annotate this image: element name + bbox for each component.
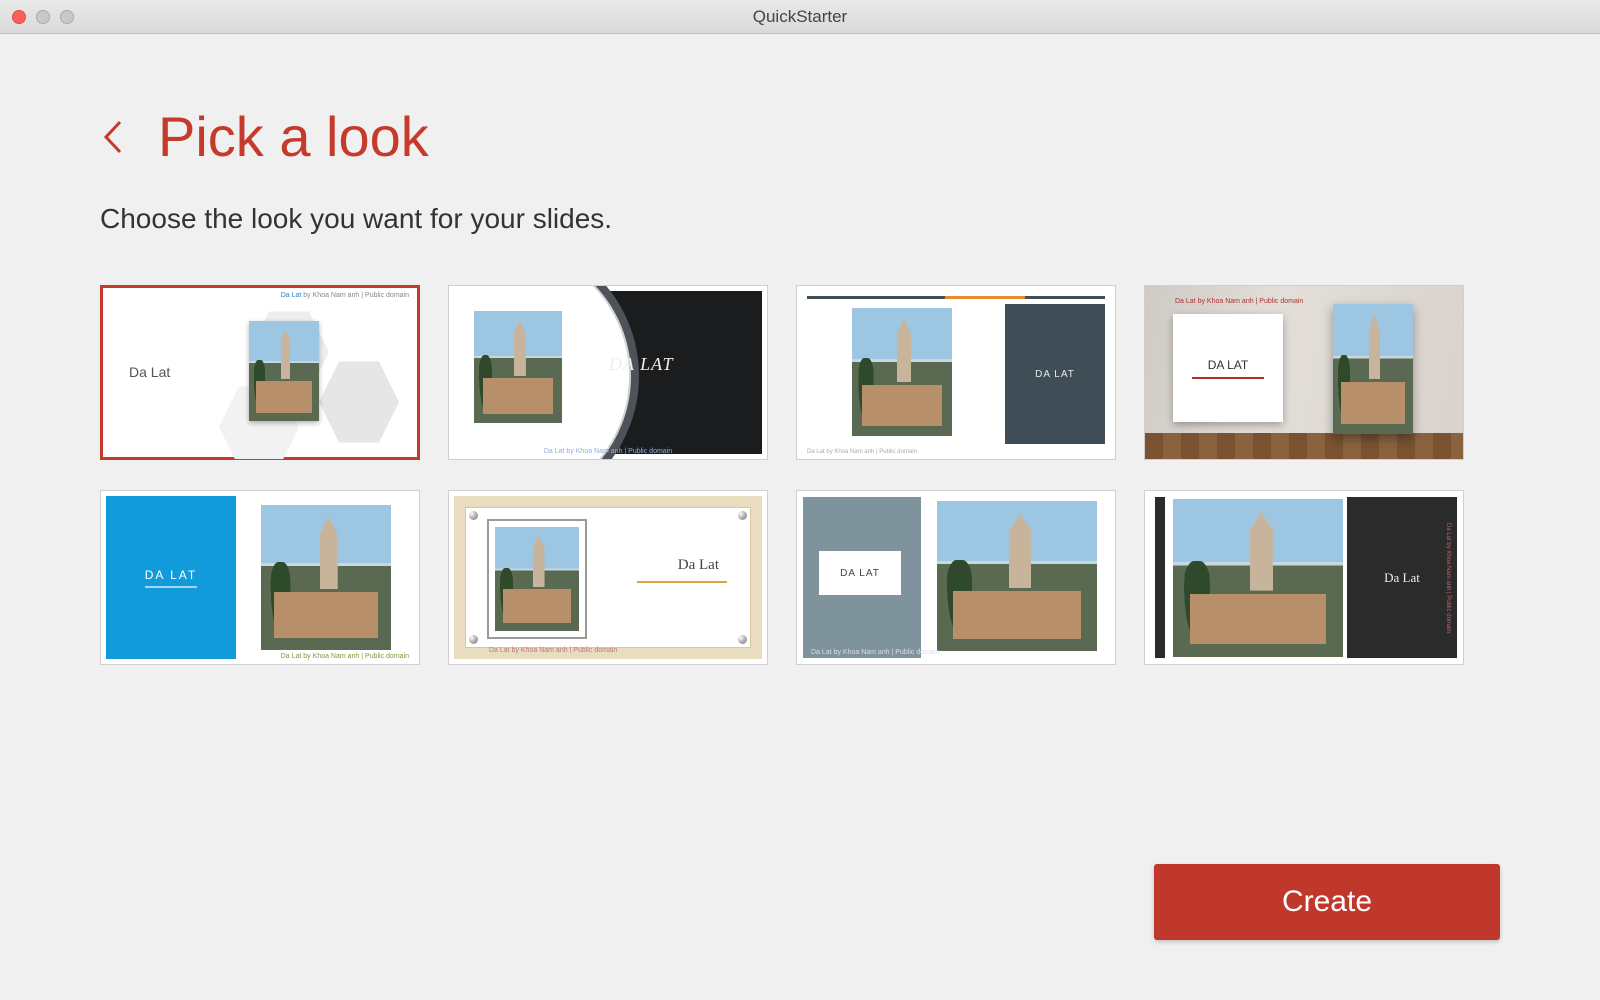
template-title-panel: DA LAT <box>106 496 236 659</box>
template-image <box>1173 499 1343 657</box>
underline-decoration <box>1192 377 1264 379</box>
template-image <box>474 311 562 423</box>
pin-icon <box>738 511 747 520</box>
pin-icon <box>738 635 747 644</box>
template-title-panel: Da Lat <box>1347 497 1457 658</box>
template-title: Da Lat <box>678 557 719 574</box>
template-title: Da Lat <box>129 364 170 380</box>
back-icon[interactable] <box>100 118 124 156</box>
template-image <box>852 308 952 436</box>
image-credit: Da Lat by Khoa Nam anh | Public domain <box>489 647 617 654</box>
image-credit: Da Lat by Khoa Nam anh | Public domain <box>449 448 767 455</box>
accent-strip <box>1155 497 1165 658</box>
title-box: DA LAT <box>819 551 901 595</box>
template-title: DA LAT <box>840 568 880 579</box>
template-title: DA LAT <box>1035 369 1075 380</box>
pin-icon <box>469 635 478 644</box>
floor-decoration <box>1145 433 1463 459</box>
template-title-panel: DA LAT <box>1005 304 1105 444</box>
template-title: DA LAT <box>145 568 197 588</box>
template-card[interactable]: Da Lat Da Lat by Khoa Nam anh | Public d… <box>1144 490 1464 665</box>
page-subtitle: Choose the look you want for your slides… <box>100 203 1500 235</box>
image-frame <box>487 519 587 639</box>
title-canvas: DA LAT <box>1173 314 1283 422</box>
window-title: QuickStarter <box>0 7 1600 27</box>
template-title: DA LAT <box>1208 358 1248 372</box>
accent-bar <box>807 296 1105 299</box>
template-card[interactable]: Da Lat Da Lat by Khoa Nam anh | Public d… <box>448 490 768 665</box>
image-credit: Da Lat by Khoa Nam anh | Public domain <box>281 292 409 299</box>
template-image <box>495 527 579 631</box>
image-credit: Da Lat by Khoa Nam anh | Public domain <box>811 649 939 656</box>
title-bar: QuickStarter <box>0 0 1600 34</box>
image-credit: Da Lat by Khoa Nam anh | Public domain <box>1443 505 1451 650</box>
underline-decoration <box>637 581 727 583</box>
template-card[interactable]: DA LAT Da Lat by Khoa Nam anh | Public d… <box>448 285 768 460</box>
template-card[interactable]: DA LAT Da Lat by Khoa Nam anh | Public d… <box>100 490 420 665</box>
template-image <box>937 501 1097 651</box>
template-image <box>261 505 391 650</box>
hexagon-decoration <box>319 356 399 448</box>
template-grid: Da Lat by Khoa Nam anh | Public domain D… <box>100 285 1500 665</box>
template-image <box>1333 304 1413 434</box>
template-card[interactable]: Da Lat by Khoa Nam anh | Public domain D… <box>1144 285 1464 460</box>
header-row: Pick a look <box>100 104 1500 169</box>
content-area: Pick a look Choose the look you want for… <box>0 34 1600 1000</box>
create-button[interactable]: Create <box>1154 864 1500 940</box>
template-card[interactable]: DA LAT Da Lat by Khoa Nam anh | Public d… <box>796 490 1116 665</box>
image-credit: Da Lat by Khoa Nam anh | Public domain <box>281 653 409 660</box>
pin-icon <box>469 511 478 520</box>
image-credit: Da Lat by Khoa Nam anh | Public domain <box>1175 298 1303 305</box>
image-credit: Da Lat by Khoa Nam anh | Public domain <box>807 449 917 455</box>
template-image <box>249 321 319 421</box>
template-title: DA LAT <box>609 354 674 375</box>
template-card[interactable]: Da Lat by Khoa Nam anh | Public domain D… <box>100 285 420 460</box>
template-card[interactable]: DA LAT Da Lat by Khoa Nam anh | Public d… <box>796 285 1116 460</box>
page-title: Pick a look <box>158 104 429 169</box>
template-title: Da Lat <box>1384 570 1420 586</box>
